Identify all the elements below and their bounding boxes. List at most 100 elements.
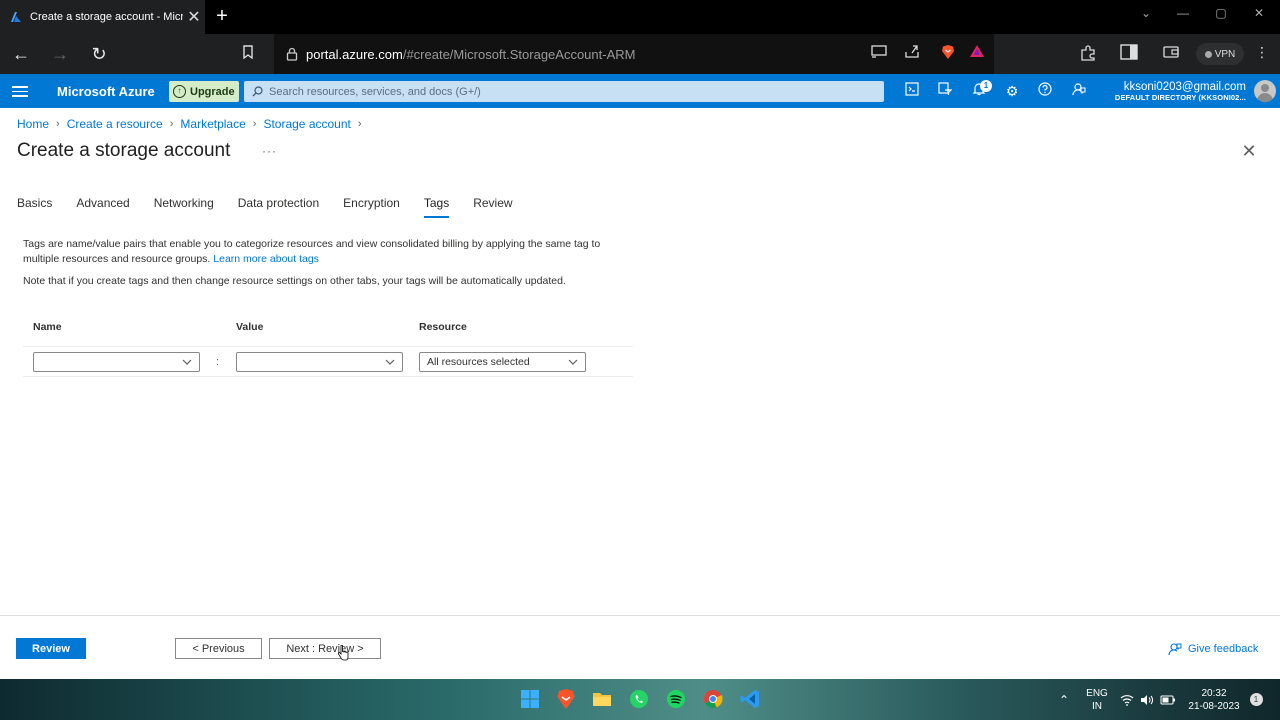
vpn-label: VPN	[1214, 48, 1236, 60]
close-tab-icon[interactable]: ✕	[183, 7, 205, 27]
brave-browser-icon[interactable]	[555, 688, 577, 710]
breadcrumb-home[interactable]: Home	[17, 117, 49, 131]
cast-icon[interactable]	[868, 44, 890, 64]
share-icon[interactable]	[901, 44, 923, 64]
chevron-down-icon	[385, 359, 395, 365]
notification-count-badge: 1	[980, 80, 992, 92]
show-hidden-icons-icon[interactable]: ⌃	[1054, 679, 1074, 720]
url-host: portal.azure.com	[306, 46, 403, 62]
chevron-down-icon	[182, 359, 192, 365]
upgrade-label: Upgrade	[190, 85, 235, 98]
notification-center-button[interactable]: 1	[1249, 679, 1263, 720]
brave-rewards-icon[interactable]	[966, 44, 988, 64]
browser-tabstrip: Create a storage account - Micr ✕ + ⌄ — …	[0, 0, 1280, 34]
breadcrumb-storage-account[interactable]: Storage account	[263, 117, 350, 131]
learn-more-tags-link[interactable]: Learn more about tags	[213, 253, 319, 265]
azure-favicon-icon	[11, 12, 21, 22]
volume-icon	[1141, 694, 1153, 705]
windows-taskbar: ⌃ ENG IN 20:32 21-08-2023 1	[0, 679, 1280, 720]
tab-basics[interactable]: Basics	[17, 196, 52, 218]
bookmark-icon[interactable]	[235, 41, 261, 67]
account-info[interactable]: kksoni0203@gmail.com DEFAULT DIRECTORY (…	[1115, 81, 1246, 102]
tag-name-dropdown[interactable]	[33, 352, 200, 372]
review-button[interactable]: Review	[16, 638, 86, 659]
new-tab-icon[interactable]: +	[210, 4, 234, 28]
tab-networking[interactable]: Networking	[154, 196, 214, 218]
tab-review[interactable]: Review	[473, 196, 512, 218]
search-icon	[252, 86, 263, 97]
battery-icon	[1160, 695, 1175, 704]
browser-menu-icon[interactable]: ⋮	[1251, 44, 1273, 64]
language-indicator[interactable]: ENG IN	[1082, 679, 1112, 720]
breadcrumb-marketplace[interactable]: Marketplace	[180, 117, 245, 131]
account-email: kksoni0203@gmail.com	[1123, 81, 1246, 93]
give-feedback-label: Give feedback	[1188, 643, 1259, 655]
breadcrumb: Home › Create a resource › Marketplace ›…	[17, 117, 369, 131]
tab-tags[interactable]: Tags	[423, 196, 450, 218]
lock-icon	[286, 47, 298, 61]
feedback-icon	[1168, 643, 1182, 656]
cloud-shell-icon[interactable]	[903, 82, 921, 100]
close-window-icon[interactable]: ✕	[1240, 0, 1278, 28]
windows-start-icon[interactable]	[519, 688, 541, 710]
minimize-window-icon[interactable]: —	[1164, 0, 1202, 28]
chrome-icon[interactable]	[702, 688, 724, 710]
portal-menu-icon[interactable]	[12, 83, 28, 99]
tab-encryption[interactable]: Encryption	[343, 196, 400, 218]
vpn-status-icon	[1204, 50, 1212, 58]
tab-search-chevron-icon[interactable]: ⌄	[1127, 0, 1165, 28]
previous-button[interactable]: < Previous	[175, 638, 262, 659]
system-tray-status[interactable]	[1118, 679, 1178, 720]
help-icon[interactable]	[1036, 82, 1054, 100]
tag-value-dropdown[interactable]	[236, 352, 403, 372]
azure-portal-header: Microsoft Azure ↑ Upgrade ⚙ kksoni0203@g…	[0, 74, 1280, 108]
language-line2: IN	[1092, 700, 1102, 712]
spotify-icon[interactable]	[665, 688, 687, 710]
next-review-button[interactable]: Next : Review >	[269, 638, 381, 659]
vpn-button[interactable]: VPN	[1196, 43, 1244, 65]
file-explorer-icon[interactable]	[591, 688, 613, 710]
azure-brand[interactable]: Microsoft Azure	[57, 84, 155, 99]
clock[interactable]: 20:32 21-08-2023	[1183, 679, 1245, 720]
tags-description: Tags are name/value pairs that enable yo…	[23, 237, 633, 267]
clock-time: 20:32	[1201, 687, 1227, 699]
breadcrumb-create-resource[interactable]: Create a resource	[67, 117, 163, 131]
tags-note: Note that if you create tags and then ch…	[23, 275, 566, 287]
forward-icon[interactable]: →	[47, 41, 73, 67]
global-search-box[interactable]	[244, 81, 884, 102]
chevron-right-icon: ›	[56, 118, 60, 130]
wallet-icon[interactable]	[1160, 44, 1182, 64]
browser-tab[interactable]: Create a storage account - Micr ✕	[0, 0, 205, 34]
tab-data-protection[interactable]: Data protection	[238, 196, 319, 218]
back-icon[interactable]: ←	[8, 41, 34, 67]
give-feedback-link[interactable]: Give feedback	[1168, 642, 1258, 656]
avatar[interactable]	[1254, 80, 1276, 102]
whatsapp-icon[interactable]	[628, 688, 650, 710]
maximize-window-icon[interactable]: ▢	[1202, 0, 1240, 28]
feedback-person-icon[interactable]	[1070, 82, 1088, 100]
upgrade-arrow-icon: ↑	[173, 85, 186, 98]
upgrade-button[interactable]: ↑ Upgrade	[169, 81, 239, 102]
browser-toolbar: ← → ↻ portal.azure.com/#create/Microsoft…	[0, 34, 1280, 74]
settings-gear-icon[interactable]: ⚙	[1003, 82, 1021, 100]
page-title: Create a storage account	[17, 140, 231, 161]
chevron-right-icon: ›	[357, 118, 362, 130]
global-search-input[interactable]	[269, 85, 869, 98]
vscode-icon[interactable]	[739, 688, 761, 710]
directory-filter-icon[interactable]	[936, 82, 954, 100]
brave-shield-icon[interactable]	[937, 44, 959, 64]
footer-divider	[0, 615, 1280, 616]
tag-resource-dropdown[interactable]: All resources selected	[419, 352, 586, 372]
column-header-value: Value	[236, 321, 264, 333]
chevron-right-icon: ›	[169, 118, 174, 130]
language-line1: ENG	[1086, 687, 1108, 699]
url-path: /#create/Microsoft.StorageAccount-ARM	[402, 46, 636, 62]
tab-advanced[interactable]: Advanced	[76, 196, 129, 218]
extensions-icon[interactable]	[1077, 44, 1099, 64]
more-options-icon[interactable]: ···	[262, 144, 277, 158]
create-storage-account-page: Home › Create a resource › Marketplace ›…	[0, 108, 1280, 679]
close-blade-icon[interactable]: ✕	[1240, 142, 1258, 160]
name-value-separator: :	[216, 356, 220, 368]
reload-icon[interactable]: ↻	[86, 41, 112, 67]
sidebar-toggle-icon[interactable]	[1118, 44, 1140, 64]
